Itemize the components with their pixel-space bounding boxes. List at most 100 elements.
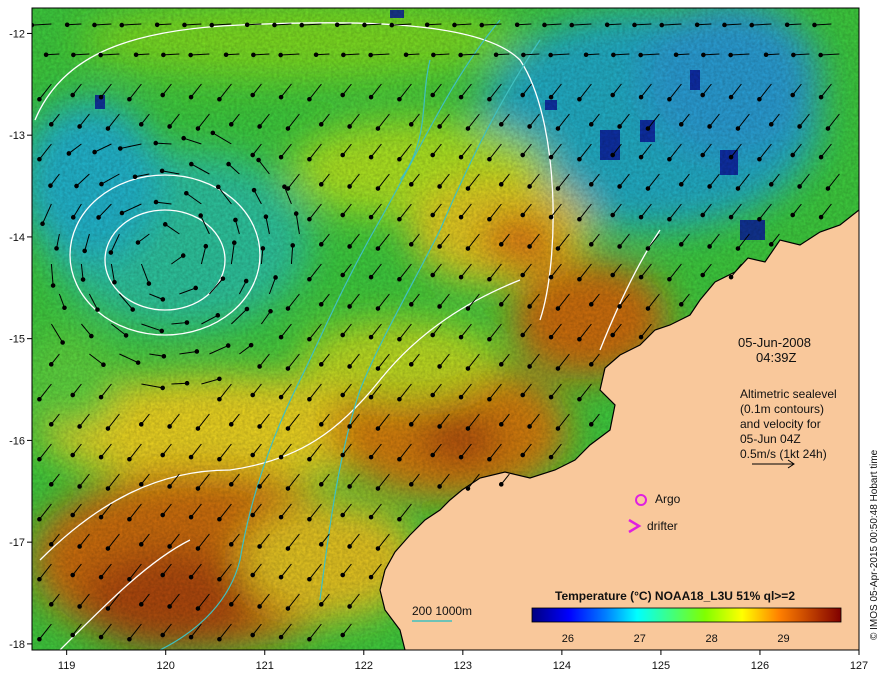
velocity-arrowhead <box>347 304 352 309</box>
velocity-arrowhead <box>825 126 831 131</box>
velocity-arrowhead <box>408 182 414 187</box>
velocity-arrowhead <box>98 94 104 100</box>
velocity-arrowhead <box>790 212 796 218</box>
velocity-arrowhead <box>577 276 582 282</box>
velocity-arrowhead <box>318 242 324 247</box>
velocity-arrowhead <box>347 424 352 429</box>
velocity-arrowhead <box>437 484 442 489</box>
velocity-arrowhead <box>307 156 312 162</box>
velocity-arrowhead <box>825 186 831 191</box>
colorbar-tick-label: 26 <box>562 633 574 645</box>
velocity-arrowhead <box>610 152 616 158</box>
velocity-arrowhead <box>257 544 262 549</box>
velocity-arrowhead <box>424 22 430 28</box>
velocity-arrowhead <box>260 246 266 251</box>
velocity-arrowhead <box>119 210 125 216</box>
colorbar-ramp <box>531 607 842 623</box>
velocity-arrowhead <box>318 482 324 487</box>
colorbar-title: Temperature (°C) NOAA18_L3U 51% ql>=2 <box>555 589 795 603</box>
velocity-arrowhead <box>127 576 132 582</box>
velocity-arrowhead <box>610 272 616 278</box>
velocity-arrowhead <box>577 216 582 222</box>
velocity-arrowhead <box>96 215 101 220</box>
velocity-arrowhead <box>667 96 672 102</box>
velocity-arrowhead <box>250 152 256 158</box>
velocity-arrowhead <box>569 22 575 28</box>
velocity-arrowhead <box>278 94 284 100</box>
velocity-arrowhead <box>92 22 97 28</box>
velocity-arrowhead <box>397 96 402 102</box>
velocity-arrowhead <box>700 212 706 218</box>
velocity-arrowhead <box>408 422 414 427</box>
velocity-arrowhead <box>548 274 554 280</box>
velocity-arrowhead <box>465 426 471 431</box>
velocity-arrowhead <box>215 313 221 318</box>
velocity-arrowhead <box>588 362 594 367</box>
velocity-arrowhead <box>43 52 49 58</box>
velocity-arrowhead <box>77 484 82 489</box>
velocity-arrowhead <box>667 156 672 162</box>
velocity-arrowhead <box>389 22 395 28</box>
velocity-arrowhead <box>77 124 82 129</box>
velocity-arrowhead <box>257 364 262 369</box>
velocity-arrowhead <box>194 349 200 354</box>
velocity-arrowhead <box>645 306 651 311</box>
velocity-arrowhead <box>37 576 42 582</box>
lon-tick-label: 122 <box>355 660 373 672</box>
velocity-arrowhead <box>340 272 346 278</box>
velocity-arrowhead <box>228 602 234 607</box>
velocity-arrowhead <box>610 92 616 98</box>
velocity-arrowhead <box>588 182 594 187</box>
velocity-arrowhead <box>50 283 56 288</box>
velocity-arrowhead <box>487 396 492 402</box>
velocity-arrowhead <box>797 184 802 189</box>
velocity-arrowhead <box>119 22 125 28</box>
velocity-arrowhead <box>498 182 504 187</box>
velocity-arrowhead <box>159 328 165 334</box>
velocity-arrowhead <box>375 306 381 311</box>
velocity-arrowhead <box>146 281 152 286</box>
velocity-arrowhead <box>368 574 374 580</box>
velocity-arrowhead <box>307 96 312 102</box>
velocity-arrowhead <box>108 250 114 255</box>
velocity-arrowhead <box>498 422 504 427</box>
velocity-arrowhead <box>520 392 526 398</box>
velocity-arrowhead <box>98 574 104 580</box>
velocity-arrowhead <box>161 353 167 359</box>
velocity-arrowhead <box>37 516 42 522</box>
velocity-arrowhead <box>397 336 402 342</box>
velocity-arrowhead <box>98 454 104 460</box>
lon-tick-labels: 119 120 121 122 123 124 125 126 127 <box>58 660 868 672</box>
time-label: 04:39Z <box>756 350 797 365</box>
velocity-arrowhead <box>285 126 291 131</box>
velocity-arrowhead <box>105 426 111 431</box>
velocity-arrowhead <box>105 486 111 491</box>
velocity-arrowhead <box>555 126 561 131</box>
velocity-arrowhead <box>250 452 256 458</box>
velocity-arrowhead <box>408 362 414 367</box>
velocity-arrowhead <box>285 606 291 611</box>
lon-tick-label: 120 <box>157 660 175 672</box>
velocity-arrowhead <box>527 364 532 369</box>
velocity-arrowhead <box>341 52 346 58</box>
velocity-arrowhead <box>340 512 346 518</box>
velocity-arrowhead <box>347 184 352 189</box>
velocity-arrowhead <box>132 174 138 180</box>
velocity-arrowhead <box>307 216 312 222</box>
velocity-arrowhead <box>791 52 796 58</box>
svg-text:Altimetric sealevel: Altimetric sealevel <box>740 387 837 401</box>
velocity-arrowhead <box>334 22 340 28</box>
velocity-arrowhead <box>48 183 53 188</box>
velocity-arrowhead <box>251 187 257 193</box>
velocity-arrowhead <box>217 376 222 382</box>
velocity-arrowhead <box>707 244 712 249</box>
velocity-arrowhead <box>375 426 381 431</box>
velocity-arrowhead <box>638 274 644 280</box>
velocity-arrowhead <box>233 217 238 223</box>
velocity-arrowhead <box>548 334 554 340</box>
velocity-arrowhead <box>77 544 82 549</box>
velocity-arrowhead <box>368 154 374 160</box>
velocity-arrowhead <box>431 52 436 58</box>
velocity-arrowhead <box>458 52 463 58</box>
velocity-arrowhead <box>722 22 727 28</box>
